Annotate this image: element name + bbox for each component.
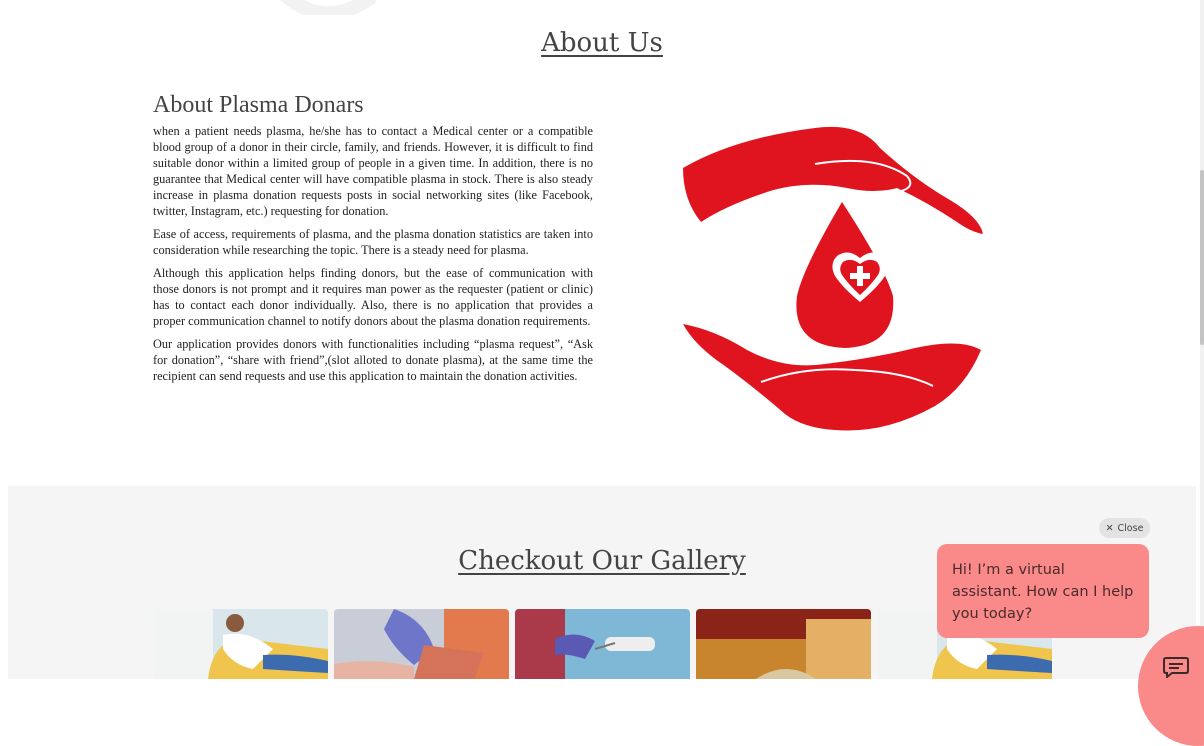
about-text-block: About Plasma Donars when a patient needs… bbox=[153, 92, 593, 391]
about-paragraph: Ease of access, requirements of plasma, … bbox=[153, 227, 593, 257]
gallery-image-clinic[interactable] bbox=[696, 609, 871, 679]
chat-greeting-bubble[interactable]: Hi! I’m a virtual assistant. How can I h… bbox=[937, 544, 1149, 638]
chat-greeting-text: Hi! I’m a virtual assistant. How can I h… bbox=[952, 562, 1134, 622]
close-icon: ✕ bbox=[1105, 522, 1114, 534]
gallery-image-needle[interactable] bbox=[515, 609, 690, 679]
hands-blood-drop-heart-icon bbox=[683, 126, 983, 431]
decorative-swoosh bbox=[280, 0, 377, 15]
about-paragraph: Our application provides donors with fun… bbox=[153, 337, 593, 383]
gallery-image-plasma-bag[interactable] bbox=[334, 609, 509, 679]
about-paragraph: when a patient needs plasma, he/she has … bbox=[153, 124, 593, 218]
about-paragraph: Although this application helps finding … bbox=[153, 266, 593, 328]
about-us-heading: About Us bbox=[541, 28, 663, 58]
gallery-image-donor[interactable] bbox=[153, 609, 328, 679]
chat-message-icon[interactable] bbox=[1163, 656, 1189, 678]
scrollbar-thumb[interactable] bbox=[1200, 170, 1204, 345]
chat-close-button[interactable]: ✕ Close bbox=[1099, 518, 1150, 538]
about-title: About Plasma Donars bbox=[153, 92, 364, 118]
chat-close-label: Close bbox=[1117, 522, 1144, 534]
